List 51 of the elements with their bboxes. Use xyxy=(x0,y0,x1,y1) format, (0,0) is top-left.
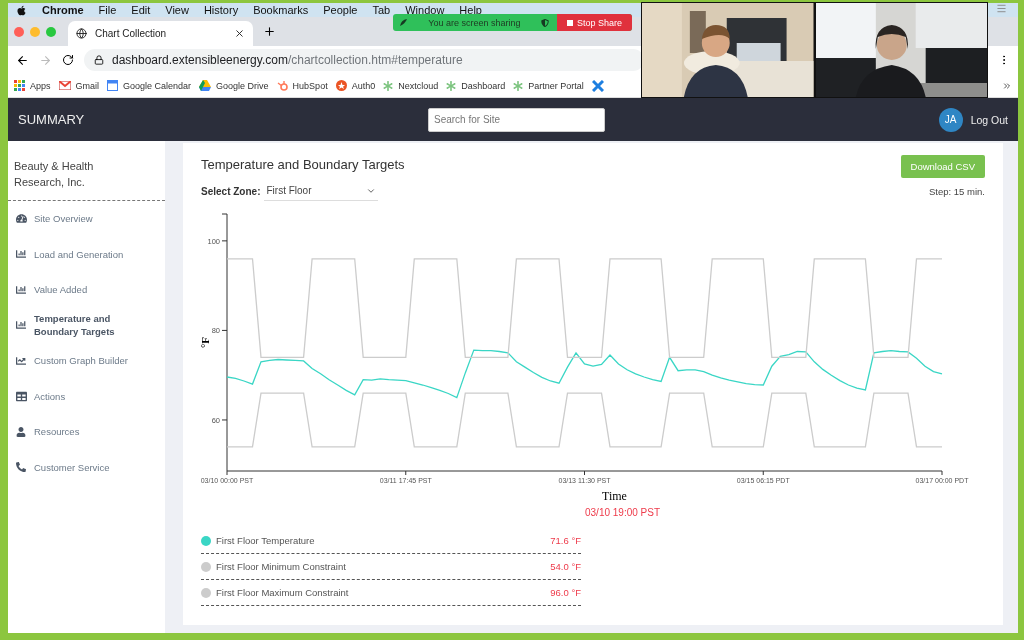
bookmark[interactable]: Partner Portal xyxy=(513,80,584,91)
legend-value: 54.0 °F xyxy=(550,561,581,572)
step-text: Step: 15 min. xyxy=(929,185,985,197)
user-avatar[interactable]: JA xyxy=(938,107,963,132)
browser-tab[interactable]: Chart Collection xyxy=(68,21,253,46)
share-banner: You are screen sharing Stop Share xyxy=(393,14,632,31)
panel-title: Temperature and Boundary Targets xyxy=(201,157,405,172)
menu-item[interactable]: View xyxy=(165,4,189,16)
logout-link[interactable]: Log Out xyxy=(970,113,1008,126)
company-name: Beauty & Health Research, Inc. xyxy=(8,141,165,201)
bookmark[interactable]: Auth0 xyxy=(335,80,376,91)
legend-label: First Floor Maximum Constraint xyxy=(216,587,350,598)
sidebar-item[interactable]: Actions xyxy=(8,378,165,414)
legend-label: First Floor Minimum Constraint xyxy=(216,561,347,572)
legend-value: 71.6 °F xyxy=(550,535,581,546)
address-bar[interactable]: dashboard.extensibleenergy.com/chartcollection.htm#temperature xyxy=(84,49,644,71)
bookmark[interactable]: Google Calendar xyxy=(107,80,192,91)
legend-value: 96.0 °F xyxy=(550,587,581,598)
menu-item[interactable]: Edit xyxy=(131,4,151,16)
search-field[interactable]: Search for Site xyxy=(428,107,605,132)
bookmark[interactable]: Google Drive xyxy=(199,80,269,91)
menu-item[interactable]: Tab xyxy=(372,4,391,16)
bookmark[interactable]: Dashboard xyxy=(446,80,506,91)
url-text: dashboard.extensibleenergy.com/chartcollection.htm#temperature xyxy=(112,53,463,67)
sidebar-item[interactable]: Customer Service xyxy=(8,449,165,485)
bookmark[interactable]: Gmail xyxy=(58,80,100,91)
stop-share-button[interactable]: Stop Share xyxy=(556,14,632,31)
zone-select[interactable]: First Floor xyxy=(264,181,379,201)
zone-label: Select Zone: xyxy=(201,185,261,197)
sidebar-item[interactable]: Temperature and Boundary Targets xyxy=(8,307,165,343)
menu-item[interactable]: History xyxy=(203,4,239,16)
menu-item[interactable]: Chrome xyxy=(42,4,84,16)
sidebar-item[interactable]: Value Added xyxy=(8,272,165,308)
menu-item[interactable]: People xyxy=(323,4,358,16)
bookmark[interactable]: Apps xyxy=(14,80,51,91)
bookmark[interactable]: HubSpot xyxy=(276,80,328,91)
menu-item[interactable]: Help xyxy=(459,4,482,16)
tab-title: Chart Collection xyxy=(95,28,168,39)
hover-time: 03/10 19:00 PST xyxy=(585,507,661,518)
sidebar-item[interactable]: Custom Graph Builder xyxy=(8,343,165,379)
menu-item[interactable]: Bookmarks xyxy=(253,4,309,16)
sidebar-item[interactable]: Site Overview xyxy=(8,201,165,237)
sidebar-item[interactable]: Resources xyxy=(8,414,165,450)
menu-item[interactable]: Window xyxy=(405,4,445,16)
sidebar-item[interactable]: Load and Generation xyxy=(8,236,165,272)
legend-label: First Floor Temperature xyxy=(216,535,316,546)
axis-title: °F xyxy=(199,336,211,349)
app-title: SUMMARY xyxy=(18,112,86,127)
menu-item[interactable]: File xyxy=(98,4,117,16)
axis-title: Time xyxy=(602,489,627,503)
bookmark[interactable]: Nextcloud xyxy=(383,80,439,91)
